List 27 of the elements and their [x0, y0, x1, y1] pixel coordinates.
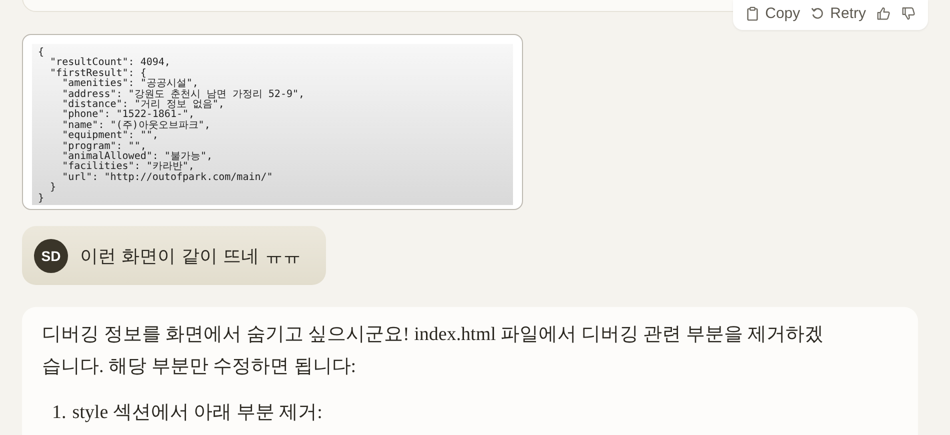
message-text: 이런 화면이 같이 뜨네 ㅠㅠ	[80, 244, 301, 268]
code-line: "firstResult": {	[49, 68, 146, 79]
code-line: }	[49, 183, 58, 194]
clipboard-icon	[745, 6, 760, 21]
list-number: 1.	[52, 401, 66, 425]
code-line: }	[38, 194, 46, 204]
thumbs-down-icon	[901, 6, 916, 21]
code-line: "name": "(주)아웃오브파크",	[61, 120, 212, 131]
response-paragraph: 디버깅 정보를 화면에서 숨기고 싶으시군요! index.html 파일에서 디버깅 관련 부분을 제거하겠습니다. 해당 부분만 수정하면 됩니다:	[42, 323, 825, 379]
code-line: "amenities": "공공시설",	[61, 79, 198, 90]
code-line: {	[38, 48, 46, 58]
code-line: "equipment": "",	[61, 131, 160, 142]
code-line: "phone": "1522-1861-",	[61, 110, 195, 120]
copy-button[interactable]: Copy	[741, 2, 804, 25]
user-avatar: SD	[34, 238, 68, 272]
code-line: "address": "강원도 춘천시 남면 가정리 52-9",	[61, 90, 306, 100]
list-item-text: style 섹션에서 아래 부분 제거:	[72, 401, 322, 425]
retry-icon	[810, 6, 826, 21]
retry-button[interactable]: Retry	[806, 2, 870, 25]
code-line: "resultCount": 4094,	[49, 58, 172, 68]
code-line: "animalAllowed": "불가능",	[61, 152, 214, 162]
thumbs-up-icon	[876, 6, 891, 21]
code-line: "distance": "거리 정보 없음",	[61, 100, 226, 110]
screenshot-attachment[interactable]	[22, 34, 523, 210]
code-line: "url": "http://outofpark.com/main/"	[61, 172, 274, 184]
code-line: "facilities": "카라반",	[61, 162, 194, 172]
code-line: "program": "",	[61, 142, 146, 152]
